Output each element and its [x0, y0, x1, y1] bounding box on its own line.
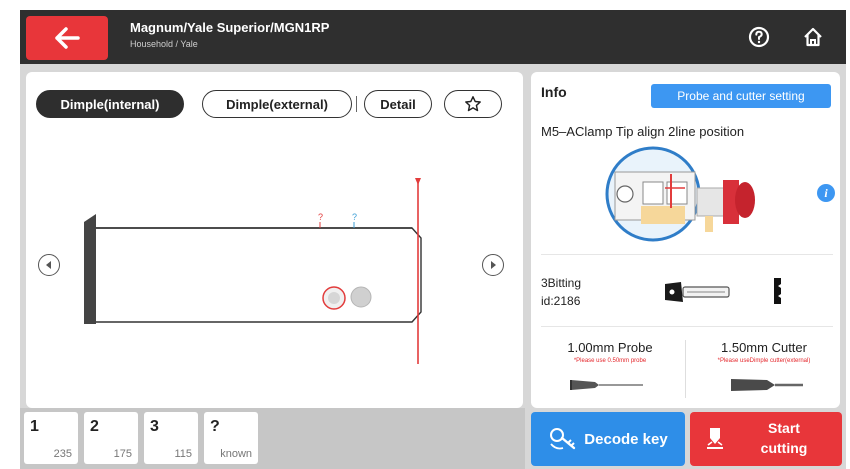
cut-item[interactable]: 2 175	[84, 412, 138, 464]
cutter-title: 1.50mm Cutter	[721, 340, 807, 355]
clamp-instruction: M5–AClamp Tip align 2line position	[541, 124, 745, 139]
tab-dimple-external[interactable]: Dimple(external)	[202, 90, 352, 118]
tab-separator	[356, 96, 357, 112]
back-button[interactable]	[26, 16, 108, 60]
divider	[541, 326, 833, 327]
help-icon	[748, 26, 770, 48]
header-bar: Magnum/Yale Superior/MGN1RP Household / …	[20, 10, 846, 64]
triangle-right-icon	[491, 261, 496, 269]
cut-number: 3	[150, 418, 159, 435]
app-frame: Magnum/Yale Superior/MGN1RP Household / …	[20, 10, 846, 469]
breadcrumb: Household / Yale	[130, 39, 198, 49]
info-detail-icon[interactable]: i	[817, 184, 835, 202]
key-view-panel: Dimple(internal) Dimple(external) Detail	[26, 72, 523, 408]
key-id: id:2186	[541, 294, 581, 308]
cut-value: known	[220, 448, 252, 460]
dimple-2[interactable]	[350, 286, 372, 308]
info-panel: Info Probe and cutter setting M5–AClamp …	[531, 72, 840, 408]
tool-separator	[685, 340, 686, 398]
start-label-line1: Start	[768, 420, 800, 436]
tab-detail[interactable]: Detail	[364, 90, 432, 118]
star-icon	[465, 96, 481, 112]
start-cutting-button[interactable]: Start cutting	[690, 412, 842, 466]
start-cutting-label: Start cutting	[734, 418, 834, 458]
divider	[541, 254, 833, 255]
clamp-illustration	[605, 146, 755, 242]
cut-item[interactable]: ? known	[204, 412, 258, 464]
probe-icon	[570, 380, 643, 390]
back-arrow-icon	[55, 27, 80, 49]
decode-key-label: Decode key	[584, 430, 668, 448]
next-arrow-button[interactable]	[482, 254, 504, 276]
key-diagram: ? ?	[84, 178, 422, 364]
decode-key-button[interactable]: Decode key	[531, 412, 685, 466]
cut-depth-bar: 1 235 2 175 3 115 ? known	[20, 408, 525, 469]
probe-title: 1.00mm Probe	[567, 340, 653, 355]
home-icon	[804, 27, 822, 47]
cut-value: 115	[174, 448, 192, 460]
cut-value: 235	[53, 448, 72, 460]
cut-marker-red: ?	[318, 212, 323, 222]
cut-item[interactable]: 3 115	[144, 412, 198, 464]
cut-value: 175	[113, 448, 132, 460]
home-button[interactable]	[800, 24, 826, 50]
key-profile-icon	[774, 278, 781, 304]
cutter-note: *Please useDimple cutter(external)	[717, 358, 811, 364]
probe-note: *Please use 0.50mm probe	[573, 358, 647, 364]
cut-number: 2	[90, 418, 99, 435]
favorite-button[interactable]	[444, 90, 502, 118]
info-heading: Info	[541, 84, 567, 100]
cut-item[interactable]: 1 235	[24, 412, 78, 464]
cut-marker-blue: ?	[352, 212, 357, 222]
page-title: Magnum/Yale Superior/MGN1RP	[130, 20, 330, 35]
cutter-bit-icon	[707, 428, 723, 449]
bitting-count: 3Bitting	[541, 276, 582, 290]
probe-cutter-setting-button[interactable]: Probe and cutter setting	[651, 84, 831, 108]
triangle-left-icon	[46, 261, 51, 269]
decode-icon	[550, 428, 576, 450]
header-title-group: Magnum/Yale Superior/MGN1RP Household / …	[130, 20, 329, 49]
key-blank-icon	[665, 282, 730, 302]
help-button[interactable]	[746, 24, 772, 50]
tab-dimple-internal[interactable]: Dimple(internal)	[36, 90, 184, 118]
cut-number: ?	[210, 418, 220, 435]
start-label-line2: cutting	[760, 440, 808, 456]
cut-number: 1	[30, 418, 39, 435]
previous-arrow-button[interactable]	[38, 254, 60, 276]
cutter-icon	[731, 379, 803, 391]
